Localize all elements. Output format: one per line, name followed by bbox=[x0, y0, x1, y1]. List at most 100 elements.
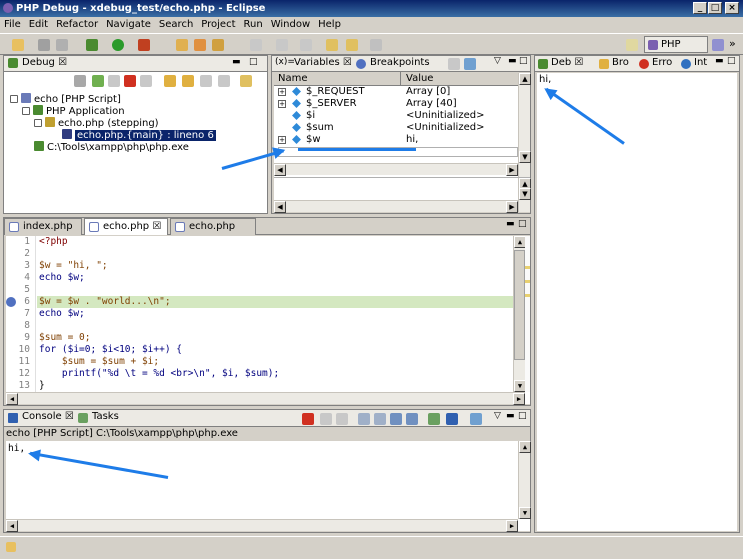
scroll-up-icon[interactable]: ▲ bbox=[519, 441, 531, 453]
scroll-down-icon[interactable]: ▼ bbox=[519, 151, 531, 163]
tab-echo-php-active[interactable]: echo.php ☒ bbox=[84, 218, 168, 235]
minimize-view-icon[interactable]: ▬ bbox=[508, 56, 517, 66]
scroll-up-icon[interactable]: ▲ bbox=[519, 73, 531, 85]
remove-launch-icon[interactable] bbox=[320, 413, 332, 425]
tree-item-stack-frame[interactable]: echo.php.{main} : lineno 6 bbox=[62, 129, 216, 141]
scroll-left-icon[interactable]: ◀ bbox=[274, 201, 286, 213]
variables-vertical-scrollbar[interactable]: ▲ ▼ bbox=[518, 73, 531, 177]
minimize-view-icon[interactable]: ▬ bbox=[232, 57, 241, 67]
terminate-icon[interactable] bbox=[124, 75, 136, 87]
perspective-button[interactable]: PHP Debug bbox=[644, 36, 708, 66]
scroll-left-icon[interactable]: ◀ bbox=[274, 164, 286, 176]
pin-console-icon[interactable] bbox=[428, 413, 440, 425]
view-menu-icon[interactable]: ▽ bbox=[494, 56, 501, 66]
menu-navigate[interactable]: Navigate bbox=[102, 19, 155, 30]
collapse-icon[interactable] bbox=[22, 107, 30, 115]
detail-text-area[interactable]: ▲ ▼ ◀ ▶ bbox=[274, 177, 531, 213]
scroll-thumb[interactable] bbox=[514, 250, 525, 360]
step-into-icon[interactable] bbox=[164, 75, 176, 87]
disconnect-icon[interactable] bbox=[140, 75, 152, 87]
occurrence-marker[interactable] bbox=[525, 280, 530, 283]
variable-row[interactable]: $i <Uninitialized> bbox=[274, 110, 524, 122]
open-perspective-icon[interactable] bbox=[626, 39, 638, 51]
tab-debug-output[interactable]: Deb ☒ bbox=[551, 57, 583, 68]
browser-output-area[interactable]: hi, bbox=[537, 73, 737, 531]
expand-icon[interactable]: + bbox=[278, 100, 286, 108]
menu-refactor[interactable]: Refactor bbox=[52, 19, 102, 30]
tab-browser-output[interactable]: Bro bbox=[612, 57, 629, 68]
menu-run[interactable]: Run bbox=[240, 19, 267, 30]
menu-window[interactable]: Window bbox=[267, 19, 314, 30]
resume-icon[interactable] bbox=[92, 75, 104, 87]
tree-item-thread[interactable]: echo.php (stepping) bbox=[34, 117, 159, 129]
menu-project[interactable]: Project bbox=[197, 19, 239, 30]
variable-row[interactable]: + $_SERVER Array [40] bbox=[274, 98, 524, 110]
nav-forward-icon[interactable] bbox=[370, 39, 382, 51]
maximize-view-icon[interactable]: □ bbox=[249, 57, 258, 67]
toggle-icon[interactable] bbox=[250, 39, 262, 51]
variable-row[interactable]: + $w hi, bbox=[274, 134, 524, 146]
console-horizontal-scrollbar[interactable]: ◀ ▶ bbox=[6, 519, 518, 532]
minimize-view-icon[interactable]: ▬ bbox=[506, 411, 515, 421]
remove-all-terminated-icon[interactable] bbox=[336, 413, 348, 425]
forward-icon[interactable] bbox=[346, 39, 358, 51]
tab-variables[interactable]: Variables ☒ bbox=[294, 57, 352, 68]
fast-view-icon[interactable] bbox=[6, 542, 16, 552]
menu-help[interactable]: Help bbox=[314, 19, 345, 30]
tab-tasks[interactable]: Tasks bbox=[92, 411, 119, 422]
display-console-icon[interactable] bbox=[446, 413, 458, 425]
editor-horizontal-scrollbar[interactable]: ◀ ▶ bbox=[6, 392, 525, 405]
variables-horizontal-scrollbar[interactable]: ◀ ▶ bbox=[274, 163, 518, 176]
tree-item-application[interactable]: PHP Application bbox=[22, 105, 125, 117]
use-step-filters-icon[interactable] bbox=[240, 75, 252, 87]
tab-debug[interactable]: Debug ☒ bbox=[22, 57, 67, 68]
scroll-left-icon[interactable]: ◀ bbox=[6, 520, 18, 532]
view-menu-icon[interactable]: ▽ bbox=[494, 411, 501, 421]
maximize-view-icon[interactable]: □ bbox=[727, 56, 736, 66]
console-vertical-scrollbar[interactable]: ▲ ▼ bbox=[518, 441, 531, 519]
collapse-icon[interactable] bbox=[10, 95, 18, 103]
back-icon[interactable] bbox=[326, 39, 338, 51]
show-type-names-icon[interactable] bbox=[448, 58, 460, 70]
show-on-output-icon[interactable] bbox=[390, 413, 402, 425]
terminate-console-icon[interactable] bbox=[302, 413, 314, 425]
scroll-right-icon[interactable]: ▶ bbox=[506, 201, 518, 213]
maximize-button[interactable]: □ bbox=[708, 2, 722, 14]
tab-echo-php[interactable]: echo.php bbox=[170, 218, 256, 235]
tree-item-script[interactable]: echo [PHP Script] bbox=[10, 93, 121, 105]
collapse-icon[interactable] bbox=[34, 119, 42, 127]
minimize-view-icon[interactable]: ▬ bbox=[715, 56, 724, 66]
expand-icon[interactable]: + bbox=[278, 136, 286, 144]
suspend-icon[interactable] bbox=[108, 75, 120, 87]
tab-error-log[interactable]: Erro bbox=[652, 57, 672, 68]
detail-horizontal-scrollbar[interactable]: ◀ ▶ bbox=[274, 200, 518, 213]
tab-console[interactable]: Console ☒ bbox=[22, 411, 74, 422]
scroll-down-icon[interactable]: ▼ bbox=[519, 507, 531, 519]
open-type-icon[interactable] bbox=[194, 39, 206, 51]
variable-row[interactable]: + $_REQUEST Array [0] bbox=[274, 86, 524, 98]
detail-vertical-scrollbar[interactable]: ▲ ▼ bbox=[518, 178, 531, 212]
run-icon[interactable] bbox=[112, 39, 124, 51]
code-editor[interactable]: 1 <?php 2 3 $w = "hi, "; 4 echo $w; 5 6 $w =… bbox=[6, 236, 530, 405]
open-console-icon[interactable] bbox=[470, 413, 482, 425]
tab-breakpoints[interactable]: Breakpoints bbox=[370, 57, 430, 68]
variable-row[interactable]: $sum <Uninitialized> bbox=[274, 122, 524, 134]
more-perspectives-button[interactable]: » bbox=[729, 37, 736, 50]
menu-file[interactable]: File bbox=[0, 19, 25, 30]
prev-annotation-icon[interactable] bbox=[300, 39, 312, 51]
scroll-right-icon[interactable]: ▶ bbox=[506, 520, 518, 532]
scroll-lock-icon[interactable] bbox=[374, 413, 386, 425]
clear-console-icon[interactable] bbox=[358, 413, 370, 425]
scroll-down-icon[interactable]: ▼ bbox=[519, 188, 531, 200]
menu-search[interactable]: Search bbox=[155, 19, 197, 30]
tab-index-php[interactable]: index.php bbox=[4, 218, 82, 235]
php-perspective-icon[interactable] bbox=[712, 39, 724, 51]
tab-internal-browser[interactable]: Int bbox=[694, 57, 707, 68]
maximize-editor-icon[interactable]: □ bbox=[518, 219, 527, 229]
collapse-all-icon[interactable] bbox=[464, 58, 476, 70]
console-output-area[interactable]: hi, ▲ ▼ ◀ ▶ bbox=[6, 441, 531, 532]
minimize-editor-icon[interactable]: ▬ bbox=[506, 219, 515, 229]
save-icon[interactable] bbox=[38, 39, 50, 51]
expand-icon[interactable]: + bbox=[278, 88, 286, 96]
column-value[interactable]: Value bbox=[406, 73, 433, 84]
